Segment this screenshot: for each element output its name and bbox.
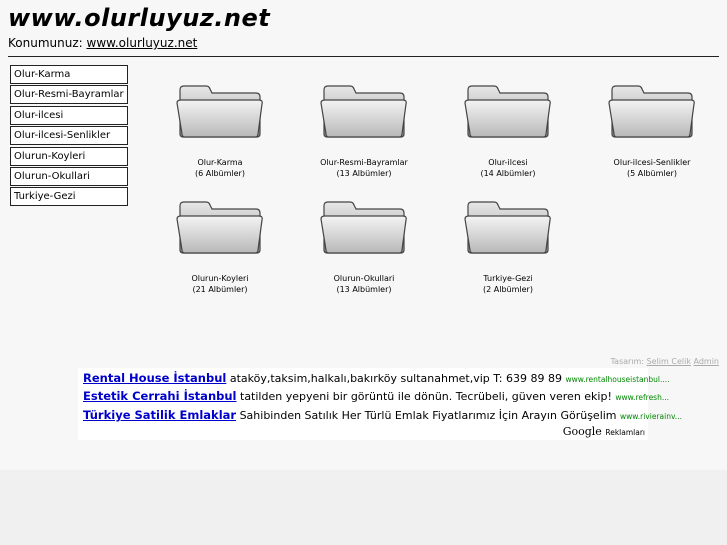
album-tile[interactable]: Olur-Karma (6 Albümler) — [148, 84, 292, 179]
folder-icon — [436, 200, 580, 256]
album-tile[interactable]: Olur-ilcesi-Senlikler (5 Albümler) — [580, 84, 724, 179]
album-tile[interactable]: Olurun-Okullari (13 Albümler) — [292, 200, 436, 295]
folder-icon — [292, 84, 436, 140]
reklam-label: Reklamları — [605, 428, 645, 437]
sidebar-item-olur-karma[interactable]: Olur-Karma — [10, 65, 128, 84]
google-ads-label[interactable]: Google Reklamları — [563, 425, 645, 438]
ad-title[interactable]: Türkiye Satilik Emlaklar — [83, 408, 236, 422]
album-tile[interactable]: Olurun-Koyleri (21 Albümler) — [148, 200, 292, 295]
folder-icon — [148, 200, 292, 256]
ad-url[interactable]: www.rivierainv... — [620, 412, 682, 421]
album-name: Olurun-Koyleri — [191, 274, 249, 283]
album-tile[interactable]: Turkiye-Gezi (2 Albümler) — [436, 200, 580, 295]
album-count: (21 Albümler) — [192, 285, 248, 294]
ad-text: tatilden yepyeni bir görüntü ile dönün. … — [240, 390, 612, 403]
breadcrumb: Konumunuz: www.olurluyuz.net — [8, 36, 197, 50]
sidebar-item-olur-ilcesi-senlikler[interactable]: Olur-ilcesi-Senlikler — [10, 126, 128, 146]
folder-icon — [436, 84, 580, 140]
ad-item[interactable]: Türkiye Satilik Emlaklar Sahibinden Satı… — [83, 408, 682, 424]
ad-item[interactable]: Rental House İstanbul ataköy,taksim,halk… — [83, 371, 670, 387]
folder-icon — [580, 84, 724, 140]
ad-text: ataköy,taksim,halkalı,bakırköy sultanahm… — [229, 372, 562, 385]
credits-label: Tasarım: — [610, 357, 645, 366]
folder-icon — [148, 84, 292, 140]
location-link[interactable]: www.olurluyuz.net — [87, 36, 198, 50]
sidebar-item-olurun-okullari[interactable]: Olurun-Okullari — [10, 166, 128, 186]
google-logo: Google — [562, 425, 602, 438]
designer-link[interactable]: Selim Celik — [647, 357, 691, 366]
sidebar-item-olur-ilcesi[interactable]: Olur-ilcesi — [10, 105, 128, 125]
album-tile[interactable]: Olur-ilcesi (14 Albümler) — [436, 84, 580, 179]
album-name: Olur-ilcesi-Senlikler — [613, 158, 691, 167]
ad-title[interactable]: Rental House İstanbul — [83, 371, 226, 385]
sidebar-item-olurun-koyleri[interactable]: Olurun-Koyleri — [10, 146, 128, 166]
admin-link[interactable]: Admin — [694, 357, 720, 366]
location-label: Konumunuz: — [8, 36, 83, 50]
folder-icon — [292, 200, 436, 256]
site-title: www.olurluyuz.net — [8, 4, 271, 32]
album-count: (14 Albümler) — [480, 169, 536, 178]
sidebar-item-olur-resmi-bayramlar[interactable]: Olur-Resmi-Bayramlar — [10, 85, 128, 105]
album-name: Olur-Resmi-Bayramlar — [320, 158, 408, 167]
album-name: Olur-Karma — [197, 158, 243, 167]
google-ads-box: Rental House İstanbul ataköy,taksim,halk… — [78, 368, 682, 440]
album-name: Turkiye-Gezi — [483, 274, 533, 283]
sidebar: Olur-Karma Olur-Resmi-Bayramlar Olur-ilc… — [10, 65, 128, 208]
page-body: www.olurluyuz.net Konumunuz: www.olurluy… — [0, 0, 727, 470]
credits: Tasarım: Selim Celik Admin — [610, 357, 719, 366]
ad-text: Sahibinden Satılık Her Türlü Emlak Fiyat… — [239, 409, 617, 422]
album-name: Olurun-Okullari — [333, 274, 395, 283]
album-count: (6 Albümler) — [195, 169, 245, 178]
ad-url[interactable]: www.refresh... — [615, 393, 669, 402]
header-divider — [8, 56, 719, 57]
ad-item[interactable]: Estetik Cerrahi İstanbul tatilden yepyen… — [83, 389, 669, 405]
album-count: (13 Albümler) — [336, 285, 392, 294]
album-tile[interactable]: Olur-Resmi-Bayramlar (13 Albümler) — [292, 84, 436, 179]
album-name: Olur-ilcesi — [488, 158, 528, 167]
album-count: (2 Albümler) — [483, 285, 533, 294]
ad-title[interactable]: Estetik Cerrahi İstanbul — [83, 389, 237, 403]
album-count: (13 Albümler) — [336, 169, 392, 178]
ad-url[interactable]: www.rentalhouseistanbul.... — [566, 375, 670, 384]
sidebar-item-turkiye-gezi[interactable]: Turkiye-Gezi — [10, 187, 128, 207]
album-count: (5 Albümler) — [627, 169, 677, 178]
